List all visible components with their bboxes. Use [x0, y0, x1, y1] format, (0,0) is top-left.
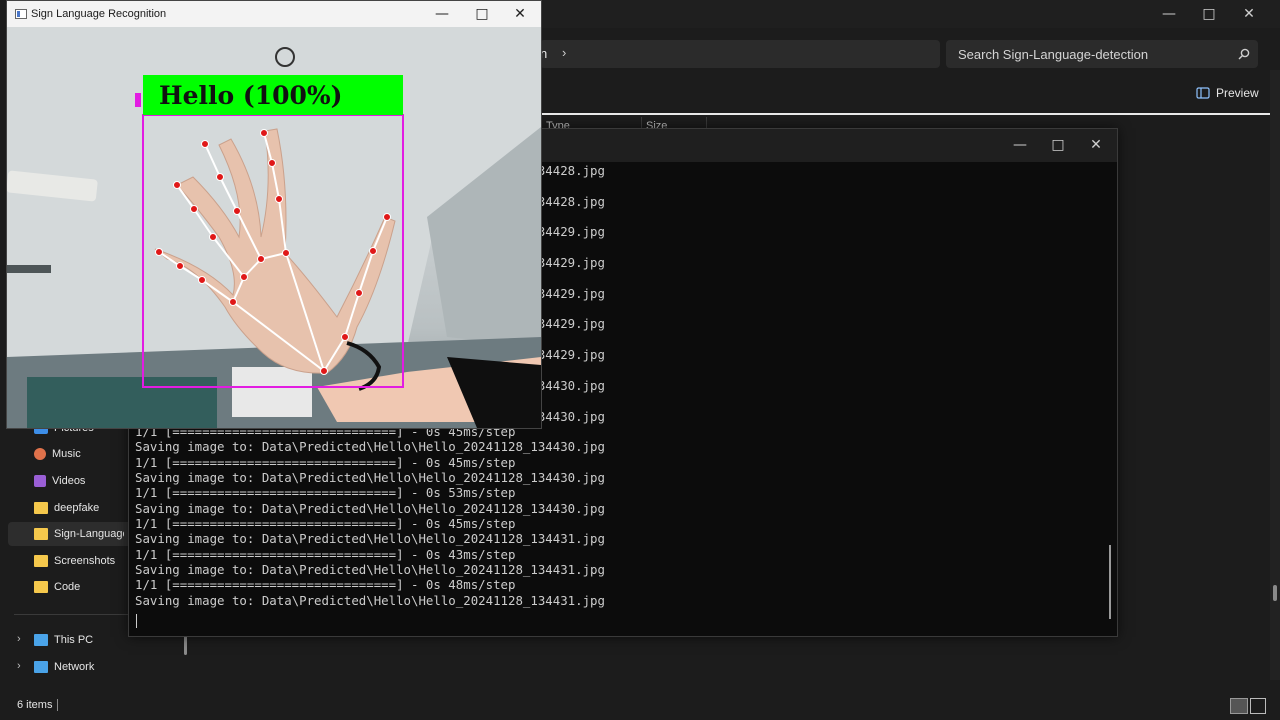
close-icon[interactable]: ✕: [1226, 0, 1272, 28]
sidebar-item-label: Sign-Language-d: [54, 528, 124, 540]
terminal-line: Saving image to: Data\Predicted\Hello\He…: [135, 531, 605, 547]
camera-titlebar[interactable]: Sign Language Recognition — □ ✕: [7, 1, 541, 27]
hand-landmark: [369, 247, 377, 255]
terminal-line: 1/1 [==============================] - 0…: [135, 577, 516, 593]
search-box[interactable]: Search Sign-Language-detection: [946, 40, 1258, 68]
folder-icon: [34, 581, 48, 593]
hand-landmark: [260, 129, 268, 137]
search-input[interactable]: Search Sign-Language-detection: [958, 47, 1148, 62]
sidebar-item-label: This PC: [54, 634, 94, 646]
tiles-view-icon[interactable]: [1250, 698, 1266, 714]
hand-landmark: [201, 140, 209, 148]
item-count: 6 items: [17, 699, 53, 711]
hand-landmark: [320, 367, 328, 375]
hand-landmark: [216, 173, 224, 181]
chevron-right-icon[interactable]: ›: [17, 633, 21, 645]
prediction-label: Hello (100%): [143, 75, 403, 115]
status-divider: [57, 699, 58, 711]
terminal-line: Saving image to: Data\Predicted\Hello\He…: [135, 469, 605, 485]
hand-landmark: [176, 262, 184, 270]
sidebar-item-label: Code: [54, 581, 81, 593]
sidebar-item-label: Videos: [52, 475, 86, 487]
search-icon: [1238, 48, 1250, 60]
sidebar-item-label: Music: [52, 448, 81, 460]
hand-landmark: [268, 159, 276, 167]
hand-landmark: [233, 207, 241, 215]
hand-landmark: [198, 276, 206, 284]
details-view-icon[interactable]: [1230, 698, 1248, 714]
close-icon[interactable]: ✕: [1073, 131, 1119, 159]
toolbar-divider: [540, 113, 1270, 115]
sidebar-item-label: Network: [54, 661, 95, 673]
music-icon: [34, 448, 46, 460]
hand-landmark: [355, 289, 363, 297]
text-cursor: [136, 614, 137, 628]
terminal-scrollbar[interactable]: [1109, 545, 1111, 619]
close-icon[interactable]: ✕: [497, 1, 541, 28]
hand-landmark: [240, 273, 248, 281]
sidebar-item-label: deepfake: [54, 502, 100, 514]
status-bar: 6 items: [0, 692, 1280, 720]
folder-icon: [34, 502, 48, 514]
chevron-right-icon[interactable]: ›: [17, 660, 21, 672]
terminal-line: Saving image to: Data\Predicted\Hello\He…: [135, 500, 605, 516]
scrollbar-thumb[interactable]: [1273, 585, 1277, 601]
sidebar-item-network[interactable]: › Network: [8, 655, 183, 679]
content-scrollbar[interactable]: [1270, 70, 1280, 680]
hand-landmark: [229, 298, 237, 306]
hand-landmark: [257, 255, 265, 263]
window-title: Sign Language Recognition: [31, 8, 167, 20]
network-icon: [34, 661, 48, 673]
hand-landmark: [155, 248, 163, 256]
preview-pane-icon: [1196, 87, 1210, 99]
sidebar-item-label: Screenshots: [54, 555, 116, 567]
address-bar[interactable]: n ›: [540, 40, 940, 68]
terminal-line: 1/1 [==============================] - 0…: [135, 454, 516, 470]
hand-landmark: [209, 233, 217, 241]
videos-icon: [34, 475, 46, 487]
sidebar-scrollbar[interactable]: [184, 635, 187, 655]
preview-button[interactable]: Preview: [1196, 86, 1259, 100]
explorer-titlebar: — □ ✕: [540, 0, 1280, 28]
terminal-line: Saving image to: Data\Predicted\Hello\He…: [135, 592, 605, 608]
camera-window[interactable]: Sign Language Recognition — □ ✕ Hello (1…: [6, 0, 542, 429]
app-icon: [15, 9, 27, 19]
terminal-line: 1/1 [==============================] - 0…: [135, 515, 516, 531]
terminal-line: Saving image to: Data\Predicted\Hello\He…: [135, 439, 605, 455]
hand-landmark: [282, 249, 290, 257]
hand-landmark: [275, 195, 283, 203]
hand-landmark: [173, 181, 181, 189]
terminal-line: 1/1 [==============================] - 0…: [135, 485, 516, 501]
preview-label: Preview: [1216, 86, 1259, 100]
hand-landmark: [341, 333, 349, 341]
terminal-line: Saving image to: Data\Predicted\Hello\He…: [135, 561, 605, 577]
folder-icon: [34, 555, 48, 567]
pc-icon: [34, 634, 48, 646]
folder-icon: [34, 528, 48, 540]
chevron-right-icon: ›: [562, 45, 567, 60]
hand-landmark: [190, 205, 198, 213]
terminal-line: 1/1 [==============================] - 0…: [135, 546, 516, 562]
webcam-feed: Hello (100%): [7, 27, 541, 428]
hand-landmark: [383, 213, 391, 221]
